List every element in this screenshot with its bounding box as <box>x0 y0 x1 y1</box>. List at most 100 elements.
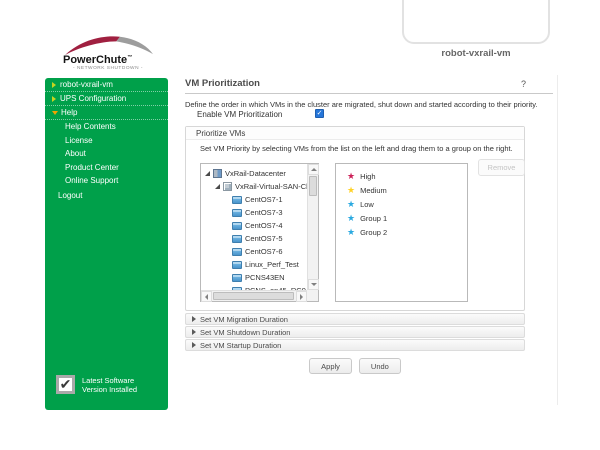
content-edge-divider <box>557 75 558 405</box>
sidebar-item-host[interactable]: robot-vxrail-vm <box>45 78 168 92</box>
tree-node-label: CentOS7-6 <box>245 247 283 256</box>
vm-icon <box>232 222 242 230</box>
tree-node-vm[interactable]: CentOS7-5 <box>201 232 307 245</box>
tree-node-label: CentOS7-3 <box>245 208 283 217</box>
tree-node-vm[interactable]: PCNS43EN <box>201 271 307 284</box>
chevron-right-icon <box>52 96 56 102</box>
cluster-icon <box>223 182 232 191</box>
vm-icon <box>232 274 242 282</box>
sidebar-item-online-support[interactable]: Online Support <box>45 174 168 188</box>
remove-button[interactable]: Remove <box>478 159 525 176</box>
accordion-label: Set VM Startup Duration <box>200 341 281 350</box>
software-status-badge: Latest Software Version Installed <box>56 375 137 394</box>
page-description: Define the order in which VMs in the clu… <box>185 100 538 109</box>
vertical-scroll-thumb[interactable] <box>309 176 317 196</box>
accordion-vm-migration-duration[interactable]: Set VM Migration Duration <box>185 313 525 325</box>
tree-node-label: VxRail-Virtual-SAN-Cluste <box>235 182 307 191</box>
sidebar-item-help-contents[interactable]: Help Contents <box>45 120 168 134</box>
tree-node-vm[interactable]: CentOS7-3 <box>201 206 307 219</box>
vertical-scrollbar[interactable] <box>307 164 318 290</box>
group-item-medium[interactable]: Medium <box>336 183 467 197</box>
vm-tree-list: VxRail-Datacenter VxRail-Virtual-SAN-Clu… <box>200 163 319 302</box>
logo-subtitle: - NETWORK SHUTDOWN - <box>65 66 151 71</box>
group-label: Low <box>360 200 374 209</box>
sidebar-item-label: UPS Configuration <box>60 92 126 106</box>
group-item-group1[interactable]: Group 1 <box>336 211 467 225</box>
scroll-left-icon[interactable] <box>201 291 212 302</box>
sidebar-item-ups-configuration[interactable]: UPS Configuration <box>45 92 168 106</box>
group-label: High <box>360 172 375 181</box>
chevron-right-icon <box>192 316 196 322</box>
sidebar-item-logout[interactable]: Logout <box>45 189 168 203</box>
page-title: VM Prioritization <box>185 78 260 89</box>
horizontal-scroll-thumb[interactable] <box>213 292 294 300</box>
scroll-right-icon[interactable] <box>296 291 307 302</box>
tree-node-label: CentOS7-5 <box>245 234 283 243</box>
vm-icon <box>232 235 242 243</box>
vm-icon <box>232 261 242 269</box>
accordion-vm-startup-duration[interactable]: Set VM Startup Duration <box>185 339 525 351</box>
sidebar-item-license[interactable]: License <box>45 134 168 148</box>
accordion-label: Set VM Shutdown Duration <box>200 328 290 337</box>
check-icon <box>56 375 75 394</box>
sidebar-item-label: robot-vxrail-vm <box>60 78 113 92</box>
logo-swoosh-icon <box>59 34 159 56</box>
group-label: Group 1 <box>360 214 387 223</box>
tree-node-cluster[interactable]: VxRail-Virtual-SAN-Cluste <box>201 180 307 193</box>
star-icon <box>347 200 355 209</box>
star-icon <box>347 228 355 237</box>
undo-button[interactable]: Undo <box>359 358 401 374</box>
vm-icon <box>232 209 242 217</box>
tree-node-vm[interactable]: CentOS7-1 <box>201 193 307 206</box>
tree-node-label: Linux_Perf_Test <box>245 260 299 269</box>
action-buttons: Apply Undo <box>185 358 525 374</box>
group-label: Group 2 <box>360 228 387 237</box>
accordion-vm-shutdown-duration[interactable]: Set VM Shutdown Duration <box>185 326 525 338</box>
sidebar-item-product-center[interactable]: Product Center <box>45 161 168 175</box>
vm-tree-content: VxRail-Datacenter VxRail-Virtual-SAN-Clu… <box>201 164 307 290</box>
accordion-label: Set VM Migration Duration <box>200 315 288 324</box>
logo-brand: PowerChute™ <box>63 54 167 66</box>
sidebar-item-about[interactable]: About <box>45 147 168 161</box>
vm-icon <box>232 196 242 204</box>
chevron-right-icon <box>52 82 56 88</box>
datacenter-icon <box>213 169 222 178</box>
sidebar-nav: robot-vxrail-vm UPS Configuration Help H… <box>45 78 168 410</box>
help-link[interactable]: ? <box>521 79 526 89</box>
apply-button[interactable]: Apply <box>309 358 352 374</box>
sidebar-item-help[interactable]: Help <box>45 106 168 120</box>
tree-expander-icon[interactable] <box>205 171 210 176</box>
tree-node-label: CentOS7-1 <box>245 195 283 204</box>
tree-node-vm[interactable]: CentOS7-6 <box>201 245 307 258</box>
star-icon <box>347 186 355 195</box>
prioritize-vms-panel: Prioritize VMs Set VM Priority by select… <box>185 126 525 311</box>
scrollbar-corner <box>307 290 318 301</box>
star-icon <box>347 172 355 181</box>
group-label: Medium <box>360 186 387 195</box>
group-item-group2[interactable]: Group 2 <box>336 225 467 239</box>
sidebar-item-label: Help <box>61 106 77 120</box>
title-divider <box>185 93 553 94</box>
chevron-right-icon <box>192 329 196 335</box>
tree-expander-icon[interactable] <box>215 184 220 189</box>
group-item-low[interactable]: Low <box>336 197 467 211</box>
star-icon <box>347 214 355 223</box>
scroll-down-icon[interactable] <box>308 279 319 290</box>
priority-groups-list: High Medium Low Group 1 Group 2 <box>335 163 468 302</box>
tree-node-label: VxRail-Datacenter <box>225 169 286 178</box>
scroll-up-icon[interactable] <box>308 164 319 175</box>
horizontal-scrollbar[interactable] <box>201 290 307 301</box>
powerchute-app: robot-vxrail-vm PowerChute™ - NETWORK SH… <box>0 0 600 450</box>
tree-node-datacenter[interactable]: VxRail-Datacenter <box>201 167 307 180</box>
tree-node-vm[interactable]: Linux_Perf_Test <box>201 258 307 271</box>
enable-vm-prioritization-checkbox[interactable] <box>315 109 324 118</box>
host-tab[interactable] <box>402 0 550 44</box>
group-item-high[interactable]: High <box>336 169 467 183</box>
powerchute-logo: PowerChute™ - NETWORK SHUTDOWN - <box>55 34 167 71</box>
chevron-right-icon <box>192 342 196 348</box>
software-status-text: Latest Software Version Installed <box>82 376 137 394</box>
chevron-down-icon <box>52 111 58 115</box>
tree-node-vm[interactable]: CentOS7-4 <box>201 219 307 232</box>
host-tab-label: robot-vxrail-vm <box>402 48 550 59</box>
enable-vm-prioritization-label: Enable VM Prioritization <box>197 110 282 119</box>
